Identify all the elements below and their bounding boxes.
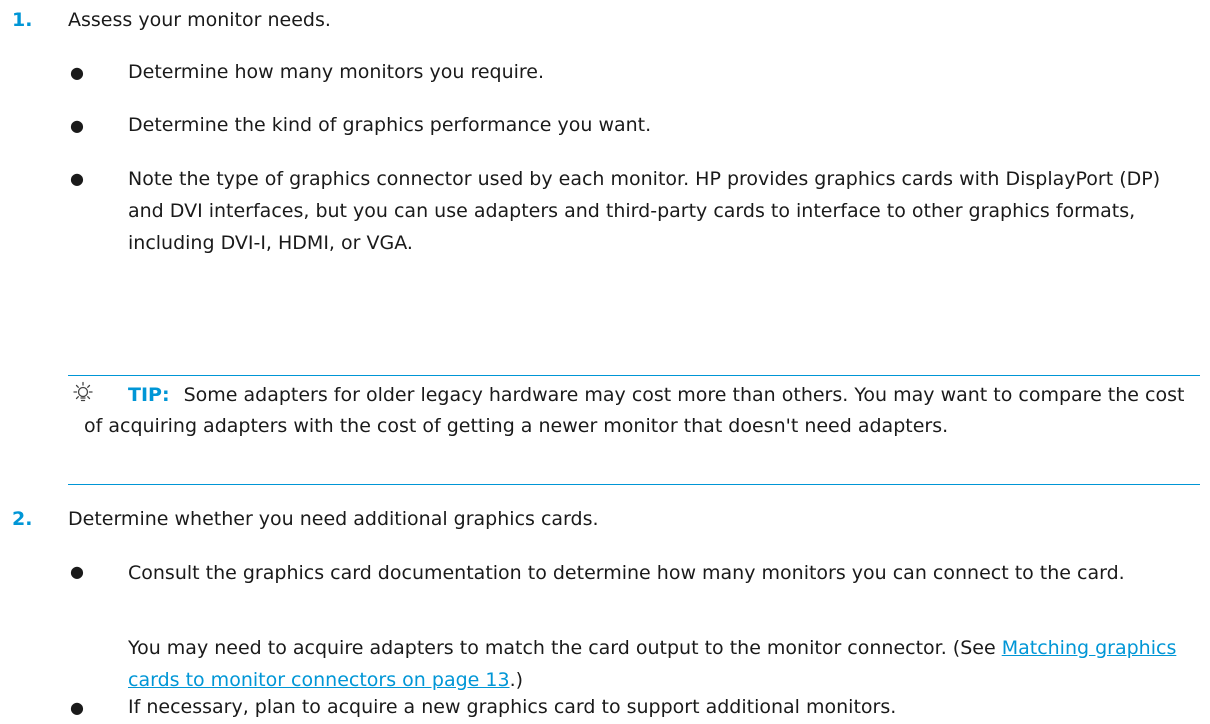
step-text: Assess your monitor needs. [68,9,331,31]
step-number: 2. [12,508,33,530]
bullet-text: If necessary, plan to acquire a new grap… [128,696,897,718]
document-page: 1. Assess your monitor needs. ● Determin… [0,0,1210,724]
paragraph-text: You may need to acquire adapters to matc… [128,637,1002,659]
bullet-icon: ● [70,698,84,717]
bullet-icon: ● [70,116,84,135]
step-text: Determine whether you need additional gr… [68,508,599,530]
bullet-text: Determine how many monitors you require. [128,61,545,83]
step-number: 1. [12,9,33,31]
tip-label: TIP: [128,384,170,406]
bullet-icon: ● [70,169,84,188]
paragraph-text: .) [509,669,524,691]
tip-box: TIP: Some adapters for older legacy hardw… [68,375,1200,485]
bullet-text: Consult the graphics card documentation … [128,562,1125,584]
bullet-icon: ● [70,63,84,82]
note-paragraph: You may need to acquire adapters to matc… [128,632,1198,696]
tip-text: TIP: Some adapters for older legacy hardw… [84,380,1194,442]
bullet-text: Note the type of graphics connector used… [128,168,1161,254]
tip-body: Some adapters for older legacy hardware … [84,384,1185,437]
bullet-text: Determine the kind of graphics performan… [128,114,652,136]
bullet-icon: ● [70,562,84,581]
